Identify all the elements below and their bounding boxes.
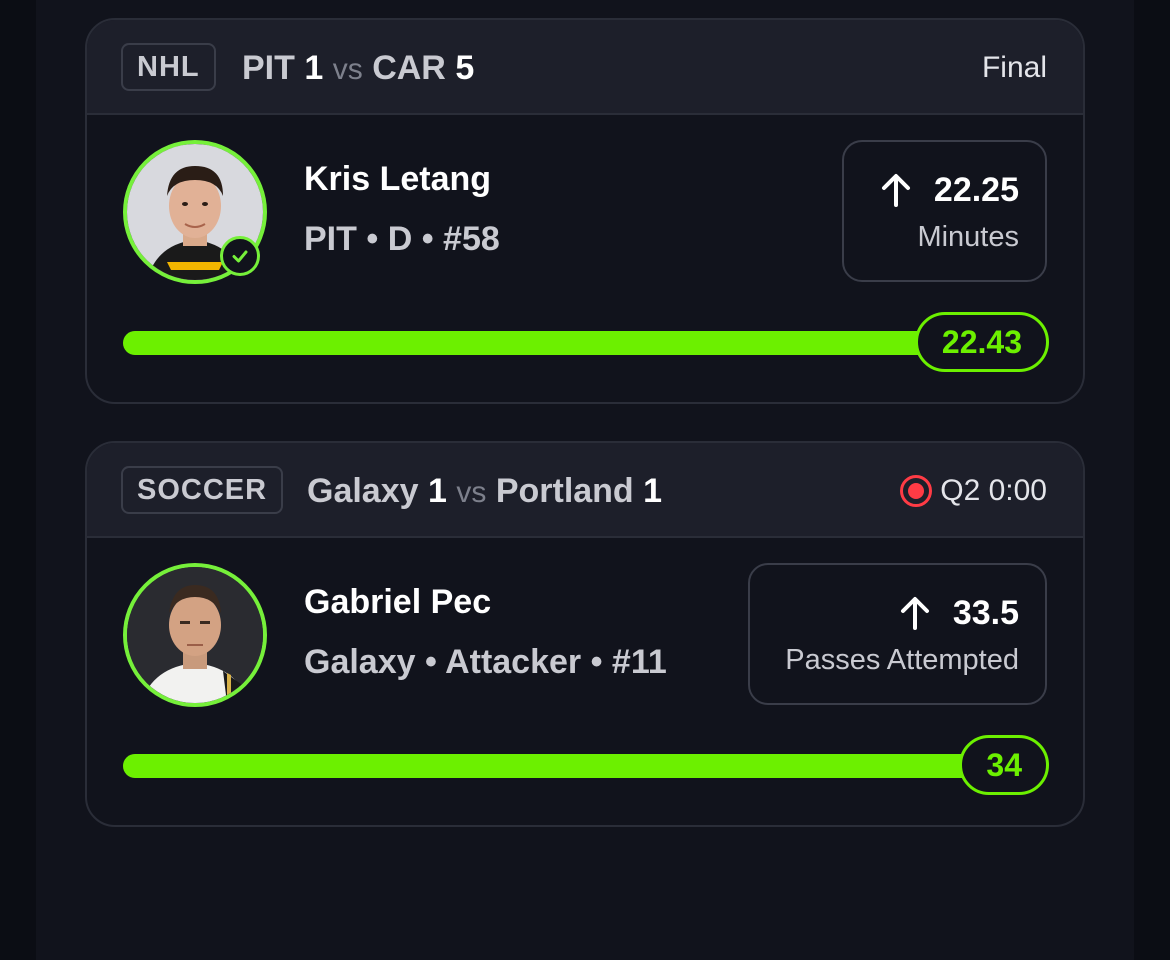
- projection-line: 33.5: [776, 593, 1019, 633]
- live-indicator-icon: [900, 475, 933, 507]
- projection-box[interactable]: 33.5 Passes Attempted: [748, 563, 1047, 705]
- progress-bar: [123, 331, 1045, 355]
- player-meta: Galaxy • Attacker • #11: [304, 643, 667, 681]
- arrow-up-icon: [881, 174, 910, 207]
- player-photo: [127, 567, 263, 703]
- team-b: Portland: [495, 472, 634, 510]
- projection-value: 22.25: [933, 171, 1019, 209]
- score-b: 5: [455, 49, 475, 87]
- progress-fill: [123, 754, 1045, 778]
- team-a: PIT: [242, 49, 295, 87]
- projection-value: 33.5: [952, 594, 1019, 632]
- game-status: Final: [982, 49, 1047, 87]
- player-name: Gabriel Pec: [304, 583, 492, 621]
- projection-stat: Passes Attempted: [785, 644, 1019, 676]
- league-badge: SOCCER: [121, 466, 284, 514]
- result-value-pill: 34: [959, 735, 1049, 795]
- vs-label: vs: [456, 476, 487, 509]
- projection-stat: Minutes: [917, 221, 1019, 253]
- vs-label: vs: [332, 53, 363, 86]
- arrow-up-icon: [900, 597, 929, 630]
- player-meta: PIT • D • #58: [304, 220, 500, 258]
- game-status: Q2 0:00: [900, 472, 1047, 510]
- player-name: Kris Letang: [304, 160, 492, 198]
- projection-box[interactable]: 22.25 Minutes: [842, 140, 1047, 282]
- league-badge: NHL: [121, 43, 216, 91]
- team-a: Galaxy: [307, 472, 419, 510]
- projection-line: 22.25: [870, 170, 1019, 210]
- matchup: Galaxy 1 vs Portland 1: [307, 470, 662, 514]
- score-a: 1: [427, 472, 447, 510]
- card-header: NHL PIT 1 vs CAR 5 Final: [87, 20, 1083, 115]
- progress-bar: [123, 754, 1045, 778]
- score-b: 1: [643, 472, 663, 510]
- pick-card-nhl[interactable]: NHL PIT 1 vs CAR 5 Final Kris Letang PIT…: [85, 18, 1085, 404]
- matchup: PIT 1 vs CAR 5: [242, 47, 474, 91]
- game-status-text: Final: [981, 51, 1047, 84]
- result-value-pill: 22.43: [914, 312, 1049, 372]
- player-avatar: [123, 563, 267, 707]
- game-status-text: Q2 0:00: [940, 474, 1047, 507]
- card-header: SOCCER Galaxy 1 vs Portland 1 Q2 0:00: [87, 443, 1083, 538]
- score-a: 1: [304, 49, 324, 87]
- pick-card-soccer[interactable]: SOCCER Galaxy 1 vs Portland 1 Q2 0:00 Ga…: [85, 441, 1085, 827]
- verified-check-icon: [220, 236, 260, 276]
- team-b: CAR: [372, 49, 446, 87]
- progress-fill: [123, 331, 1045, 355]
